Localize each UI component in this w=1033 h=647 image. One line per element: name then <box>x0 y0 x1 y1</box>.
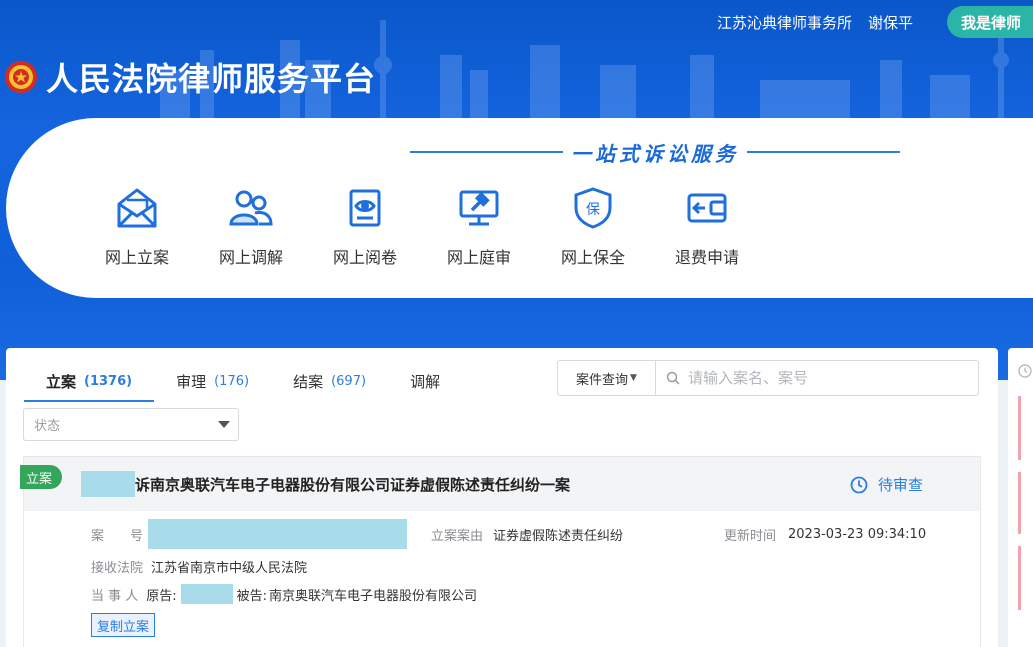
user-name[interactable]: 谢保平 <box>868 12 913 33</box>
service-refund-request[interactable]: 退费申请 <box>650 186 764 268</box>
case-cause-row: 立案案由 证券虚假陈述责任纠纷 <box>431 525 623 544</box>
case-status: 待审查 <box>850 474 923 495</box>
service-online-file-review[interactable]: 网上阅卷 <box>308 186 422 268</box>
svg-text:保: 保 <box>586 202 600 218</box>
service-list: 网上立案 网上调解 网上阅卷 网上庭审 保 网上保全 退费申请 <box>80 186 764 268</box>
redacted-case-number <box>148 519 407 549</box>
clock-icon <box>850 476 868 493</box>
service-online-hearing[interactable]: 网上庭审 <box>422 186 536 268</box>
top-user-bar: 江苏沁典律师事务所 谢保平 我是律师 <box>717 6 1033 38</box>
tab-count: (1376) <box>84 373 133 389</box>
slogan-banner: 一站式诉讼服务 <box>410 137 900 167</box>
parties-row: 当 事 人 原告: 被告: 南京奥联汽车电子电器股份有限公司 <box>91 583 477 605</box>
gavel-monitor-icon <box>459 190 499 226</box>
service-online-filing[interactable]: 网上立案 <box>80 186 194 268</box>
case-cause-label: 立案案由 <box>431 529 484 544</box>
triangle-down-icon <box>218 421 230 428</box>
tab-filing[interactable]: 立案 (1376) <box>24 360 155 402</box>
case-header: 立案 诉南京奥联汽车电子电器股份有限公司证券虚假陈述责任纠纷一案 待审查 <box>20 457 980 511</box>
search-field <box>656 361 978 395</box>
shield-bao-icon: 保 <box>574 187 612 229</box>
case-item[interactable]: 立案 诉南京奥联汽车电子电器股份有限公司证券虚假陈述责任纠纷一案 待审查 案 号… <box>20 456 981 647</box>
tab-label: 立案 <box>46 372 77 391</box>
tab-label: 审理 <box>176 372 207 391</box>
defendant-label: 被告: <box>236 588 268 604</box>
tab-label: 调解 <box>410 372 441 391</box>
tab-mediation[interactable]: 调解 <box>388 360 470 402</box>
defendant-value: 南京奥联汽车电子电器股份有限公司 <box>269 588 478 604</box>
case-number-label: 案 号 <box>91 528 144 544</box>
header-banner: 江苏沁典律师事务所 谢保平 我是律师 人民法院律师服务平台 一站式诉讼服务 网上… <box>0 0 1033 380</box>
service-label: 退费申请 <box>674 248 739 267</box>
case-cause-value: 证券虚假陈述责任纠纷 <box>493 529 624 544</box>
redacted-plaintiff <box>180 584 233 604</box>
side-indicator <box>1018 546 1021 610</box>
case-list-card: 立案 (1376) 审理 (176) 结案 (697) 调解 案件查询 ▼ 请输… <box>6 348 998 647</box>
clock-icon <box>1018 364 1032 378</box>
side-panel <box>1008 348 1033 647</box>
parties-label: 当 事 人 <box>91 588 139 604</box>
slogan-text: 一站式诉讼服务 <box>563 137 747 167</box>
service-label: 网上庭审 <box>446 248 511 267</box>
service-online-preservation[interactable]: 保 网上保全 <box>536 186 650 268</box>
updated-time-row: 更新时间 2023-03-23 09:34:10 <box>724 525 926 544</box>
envelope-icon <box>117 188 157 228</box>
updated-time-label: 更新时间 <box>724 529 777 544</box>
search-type-dropdown[interactable]: 案件查询 ▼ <box>558 361 656 395</box>
service-label: 网上阅卷 <box>332 248 397 267</box>
service-label: 网上调解 <box>218 248 283 267</box>
case-search: 案件查询 ▼ <box>557 360 979 396</box>
service-label: 网上保全 <box>560 248 625 267</box>
case-status-text: 待审查 <box>878 476 924 494</box>
court-emblem-icon <box>5 61 37 93</box>
tab-count: (697) <box>331 373 367 389</box>
people-icon <box>229 190 273 226</box>
status-placeholder: 状态 <box>34 419 61 434</box>
case-number-row: 案 号 <box>91 519 407 549</box>
tab-closed[interactable]: 结案 (697) <box>271 360 388 402</box>
tab-label: 结案 <box>293 372 324 391</box>
search-icon <box>666 371 680 385</box>
status-filter-select[interactable]: 状态 <box>23 408 239 441</box>
tab-count: (176) <box>214 373 250 389</box>
case-tabs: 立案 (1376) 审理 (176) 结案 (697) 调解 <box>24 360 470 402</box>
plaintiff-label: 原告: <box>146 588 177 604</box>
document-eye-icon <box>349 189 381 227</box>
redacted-party-name <box>81 471 135 497</box>
role-lawyer-button[interactable]: 我是律师 <box>946 6 1033 38</box>
court-label: 接收法院 <box>91 561 144 576</box>
wallet-return-icon <box>687 193 727 223</box>
service-online-mediation[interactable]: 网上调解 <box>194 186 308 268</box>
case-title-row: 诉南京奥联汽车电子电器股份有限公司证券虚假陈述责任纠纷一案 <box>81 471 570 497</box>
caret-down-icon: ▼ <box>630 373 637 383</box>
case-title[interactable]: 诉南京奥联汽车电子电器股份有限公司证券虚假陈述责任纠纷一案 <box>135 474 570 495</box>
law-firm-name: 江苏沁典律师事务所 <box>716 13 852 32</box>
search-input[interactable] <box>688 369 968 387</box>
side-indicator <box>1018 472 1021 534</box>
case-stage-tag: 立案 <box>20 465 63 489</box>
site-title: 人民法院律师服务平台 <box>46 60 377 98</box>
court-value: 江苏省南京市中级人民法院 <box>151 561 308 576</box>
court-row: 接收法院 江苏省南京市中级人民法院 <box>91 557 307 576</box>
copy-filing-button[interactable]: 复制立案 <box>91 613 156 637</box>
side-indicator <box>1018 396 1021 460</box>
updated-time-value: 2023-03-23 09:34:10 <box>788 527 927 542</box>
search-type-label: 案件查询 <box>576 372 629 388</box>
site-logo[interactable]: 人民法院律师服务平台 <box>4 54 376 100</box>
tab-trial[interactable]: 审理 (176) <box>154 360 271 402</box>
service-label: 网上立案 <box>104 248 169 267</box>
